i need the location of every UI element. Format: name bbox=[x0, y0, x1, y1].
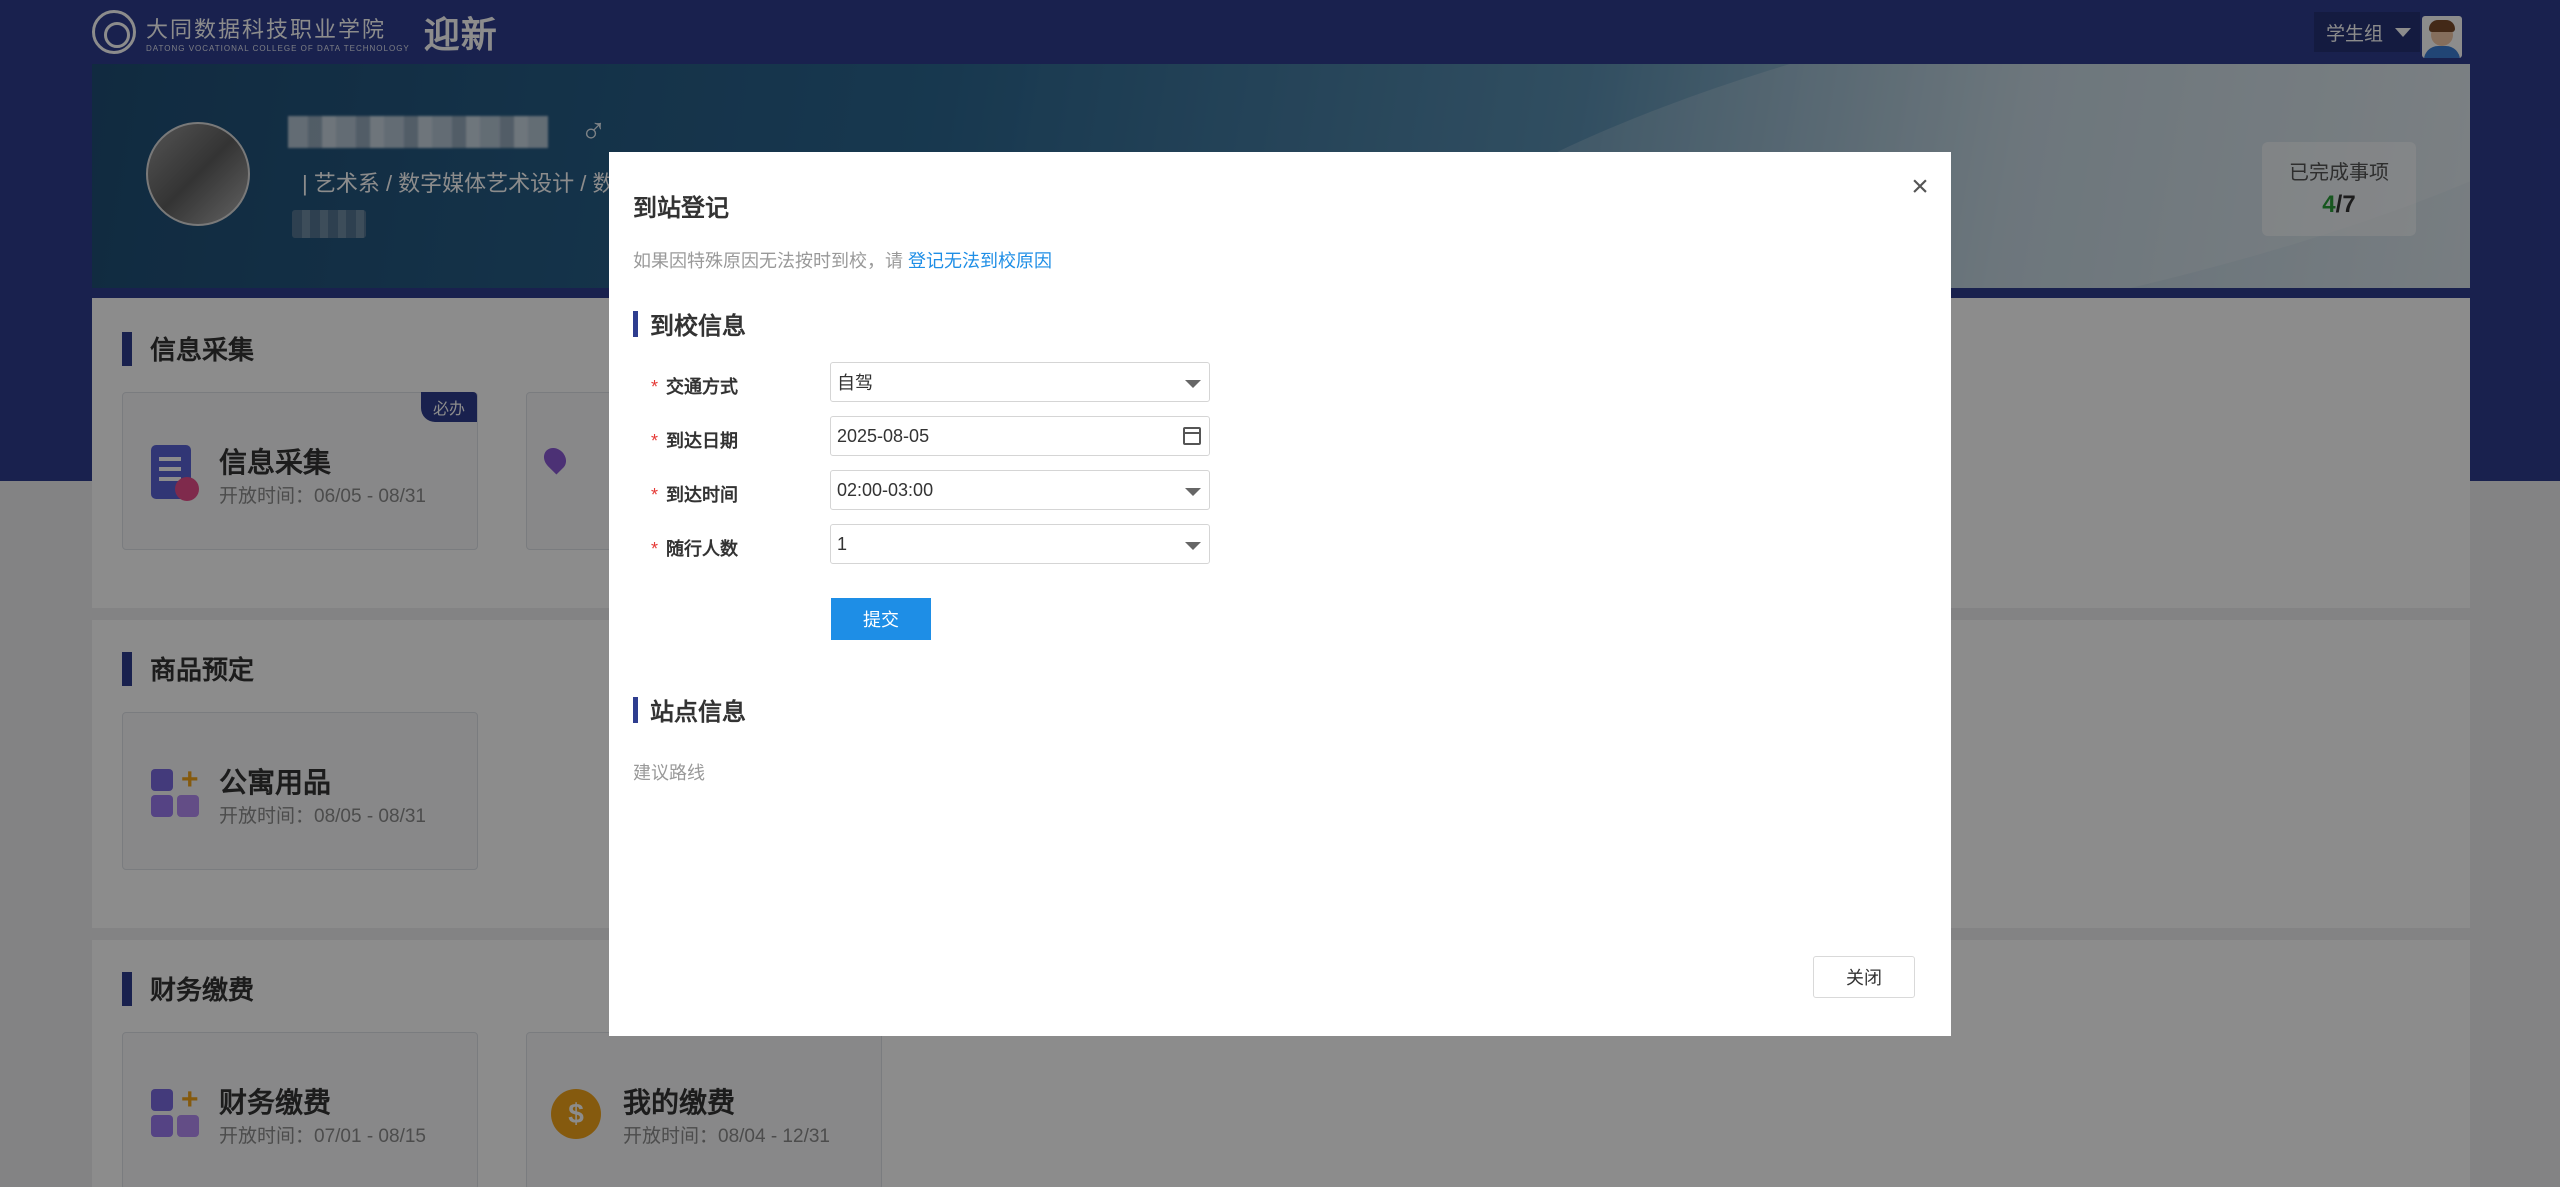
section-station-info: 站点信息 bbox=[633, 692, 746, 727]
arrival-date-input[interactable]: 2025-08-05 bbox=[830, 416, 1210, 456]
arrival-time-label: * 到达时间 bbox=[651, 485, 739, 505]
dropdown-arrow-icon bbox=[1185, 380, 1201, 388]
transport-label: * 交通方式 bbox=[651, 377, 739, 397]
suggested-route-label: 建议路线 bbox=[633, 763, 705, 783]
calendar-icon[interactable] bbox=[1183, 427, 1201, 445]
arrival-time-select[interactable]: 02:00-03:00 bbox=[830, 470, 1210, 510]
arrival-registration-dialog: 到站登记 × 如果因特殊原因无法按时到校，请 登记无法到校原因 到校信息 * 交通… bbox=[609, 152, 1951, 1036]
companions-label: * 随行人数 bbox=[651, 539, 739, 559]
companions-select[interactable]: 1 bbox=[830, 524, 1210, 564]
submit-button[interactable]: 提交 bbox=[831, 598, 931, 640]
notice-text: 如果因特殊原因无法按时到校，请 登记无法到校原因 bbox=[633, 251, 1053, 271]
section-arrival-info: 到校信息 bbox=[633, 306, 746, 341]
register-absence-link[interactable]: 登记无法到校原因 bbox=[908, 251, 1052, 271]
close-icon[interactable]: × bbox=[1905, 172, 1935, 202]
arrival-date-label: * 到达日期 bbox=[651, 431, 739, 451]
dropdown-arrow-icon bbox=[1185, 488, 1201, 496]
transport-select[interactable]: 自驾 bbox=[830, 362, 1210, 402]
close-button[interactable]: 关闭 bbox=[1813, 956, 1915, 998]
dropdown-arrow-icon bbox=[1185, 542, 1201, 550]
dialog-title: 到站登记 bbox=[633, 195, 729, 222]
